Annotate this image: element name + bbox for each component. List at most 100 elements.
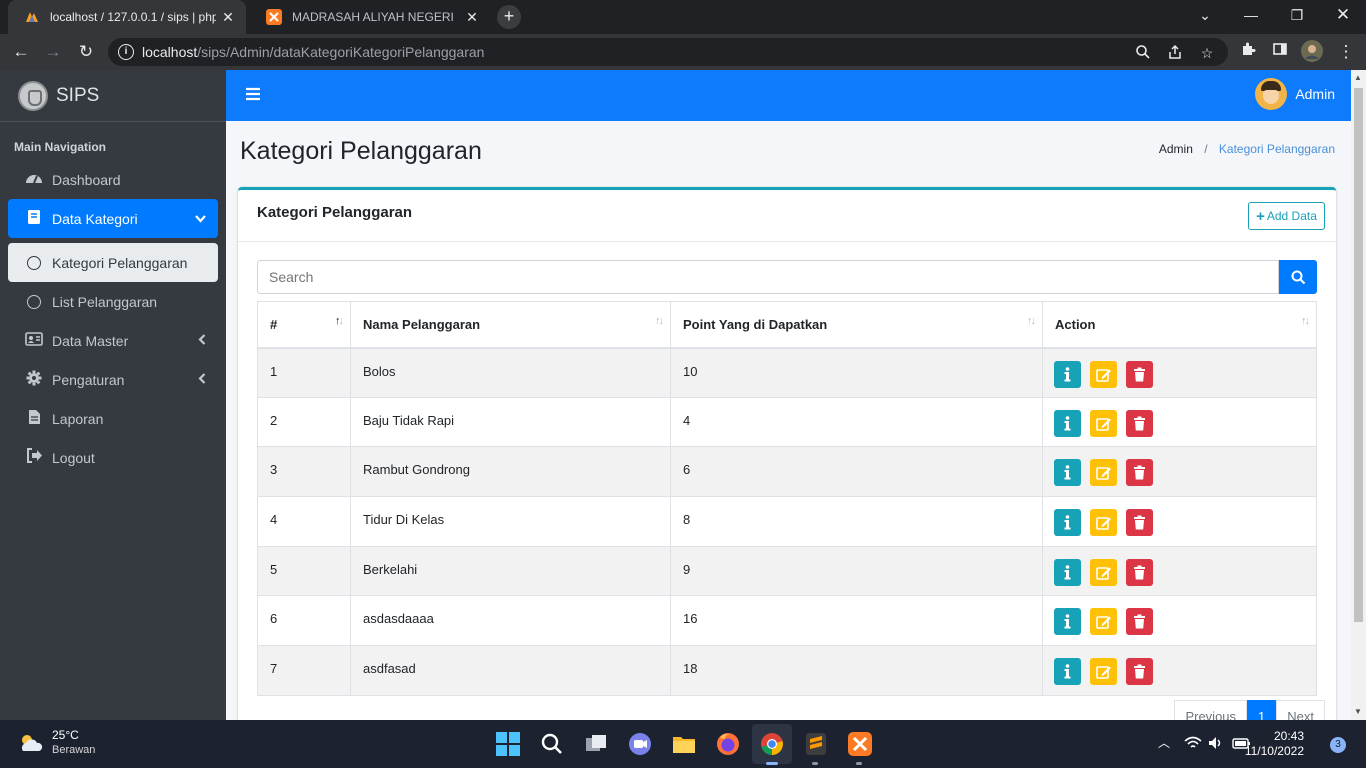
edit-button[interactable] xyxy=(1090,558,1117,586)
close-icon[interactable]: ✕ xyxy=(216,9,240,26)
column-header-no[interactable]: # ↑↓ xyxy=(257,301,351,349)
detail-button[interactable] xyxy=(1054,360,1081,388)
edit-button[interactable] xyxy=(1090,459,1117,487)
brand[interactable]: SIPS xyxy=(0,70,226,122)
breadcrumb-item-admin[interactable]: Admin xyxy=(1159,142,1193,156)
weather-widget[interactable]: 25°C Berawan xyxy=(18,728,95,758)
detail-button[interactable] xyxy=(1054,658,1081,686)
reload-icon[interactable]: ↻ xyxy=(74,40,98,64)
windows-start-icon[interactable] xyxy=(494,730,522,758)
plus-icon: + xyxy=(1256,207,1265,225)
side-panel-icon[interactable] xyxy=(1268,40,1292,64)
hamburger-menu-icon[interactable] xyxy=(246,85,260,106)
search-button[interactable] xyxy=(1279,260,1317,294)
detail-button[interactable] xyxy=(1054,608,1081,636)
sidebar-item-dashboard[interactable]: Dashboard xyxy=(8,160,218,199)
weather-temp: 25°C xyxy=(52,728,79,742)
detail-button[interactable] xyxy=(1054,409,1081,437)
minimize-button[interactable]: — xyxy=(1228,0,1274,30)
sidebar-item-data-kategori[interactable]: Data Kategori xyxy=(8,199,218,238)
pagination-previous[interactable]: Previous xyxy=(1174,700,1248,720)
profile-avatar[interactable] xyxy=(1300,40,1324,64)
menu-dots-icon[interactable]: ⋮ xyxy=(1334,40,1358,64)
close-icon[interactable]: ✕ xyxy=(460,9,484,26)
user-menu[interactable]: Admin xyxy=(1255,78,1335,110)
sidebar-item-laporan[interactable]: Laporan xyxy=(8,399,218,438)
cell-action xyxy=(1042,645,1317,696)
chevron-up-icon[interactable]: ︿ xyxy=(1158,734,1170,751)
scroll-down-arrow-icon[interactable]: ▼ xyxy=(1354,707,1362,716)
sidebar-item-logout[interactable]: Logout xyxy=(8,438,218,477)
scrollbar-thumb[interactable] xyxy=(1354,88,1363,622)
delete-button[interactable] xyxy=(1126,509,1153,537)
page-title: Kategori Pelanggaran xyxy=(240,137,482,165)
add-data-label: Add Data xyxy=(1266,209,1317,223)
xampp-icon[interactable] xyxy=(846,730,874,758)
close-window-button[interactable]: ✕ xyxy=(1320,0,1366,30)
chevron-down-icon[interactable]: ⌄ xyxy=(1182,0,1228,30)
chrome-icon[interactable] xyxy=(758,730,786,758)
teams-chat-icon[interactable] xyxy=(626,730,654,758)
sidebar-item-kategori-pelanggaran[interactable]: Kategori Pelanggaran xyxy=(8,243,218,282)
extensions-icon[interactable] xyxy=(1236,40,1260,64)
detail-button[interactable] xyxy=(1054,558,1081,586)
sidebar-item-label: Data Master xyxy=(52,332,129,349)
restore-button[interactable]: ❐ xyxy=(1274,0,1320,30)
search-input[interactable] xyxy=(257,260,1279,294)
info-icon[interactable]: i xyxy=(118,44,134,60)
delete-button[interactable] xyxy=(1126,459,1153,487)
info-icon xyxy=(1064,515,1071,530)
add-data-button[interactable]: + Add Data xyxy=(1248,202,1325,230)
sublime-text-icon[interactable] xyxy=(802,730,830,758)
address-bar: ← → ↻ i localhost/sips/Admin/dataKategor… xyxy=(0,34,1366,70)
tab-madrasah[interactable]: MADRASAH ALIYAH NEGERI ✕ xyxy=(250,0,490,34)
delete-button[interactable] xyxy=(1126,360,1153,388)
edit-button[interactable] xyxy=(1090,658,1117,686)
active-app-indicator xyxy=(766,762,778,765)
table-row: 7 asdfasad 18 xyxy=(257,645,1317,696)
new-tab-button[interactable]: + xyxy=(497,5,521,29)
url-field[interactable]: i localhost/sips/Admin/dataKategoriKateg… xyxy=(108,38,1228,66)
sidebar-item-list-pelanggaran[interactable]: List Pelanggaran xyxy=(8,282,218,321)
trash-icon xyxy=(1134,416,1145,431)
column-header-nama[interactable]: Nama Pelanggaran ↑↓ xyxy=(350,301,671,349)
vertical-scrollbar[interactable]: ▲ ▼ xyxy=(1351,70,1366,720)
delete-button[interactable] xyxy=(1126,558,1153,586)
zoom-icon[interactable] xyxy=(1134,44,1152,62)
clock[interactable]: 20:43 11/10/2022 xyxy=(1245,729,1304,759)
firefox-icon[interactable] xyxy=(714,730,742,758)
task-view-icon[interactable] xyxy=(582,730,610,758)
notification-badge[interactable]: 3 xyxy=(1330,737,1346,753)
wifi-icon[interactable] xyxy=(1184,736,1202,750)
back-arrow-icon[interactable]: ← xyxy=(9,40,33,64)
sidebar-item-data-master[interactable]: Data Master xyxy=(8,321,218,360)
sidebar-item-label: Laporan xyxy=(52,410,104,427)
detail-button[interactable] xyxy=(1054,459,1081,487)
sidebar-item-pengaturan[interactable]: Pengaturan xyxy=(8,360,218,399)
edit-button[interactable] xyxy=(1090,608,1117,636)
file-explorer-icon[interactable] xyxy=(670,730,698,758)
delete-button[interactable] xyxy=(1126,608,1153,636)
edit-button[interactable] xyxy=(1090,409,1117,437)
sidebar-item-label: Dashboard xyxy=(52,171,121,188)
share-icon[interactable] xyxy=(1166,44,1184,62)
pagination-page-1[interactable]: 1 xyxy=(1247,700,1277,720)
volume-icon[interactable] xyxy=(1208,736,1224,750)
delete-button[interactable] xyxy=(1126,409,1153,437)
detail-button[interactable] xyxy=(1054,509,1081,537)
cell-nama: Bolos xyxy=(350,347,671,398)
sort-icon: ↑↓ xyxy=(1301,315,1310,327)
edit-icon xyxy=(1096,417,1111,431)
column-header-point[interactable]: Point Yang di Dapatkan ↑↓ xyxy=(670,301,1043,349)
scroll-up-arrow-icon[interactable]: ▲ xyxy=(1354,73,1362,82)
edit-button[interactable] xyxy=(1090,360,1117,388)
search-icon[interactable] xyxy=(538,730,566,758)
column-header-action[interactable]: Action ↑↓ xyxy=(1042,301,1317,349)
pagination-next[interactable]: Next xyxy=(1276,700,1325,720)
tab-phpmyadmin[interactable]: localhost / 127.0.0.1 / sips | phpMy ✕ xyxy=(8,0,246,34)
forward-arrow-icon[interactable]: → xyxy=(41,40,65,64)
delete-button[interactable] xyxy=(1126,658,1153,686)
star-icon[interactable]: ☆ xyxy=(1198,44,1216,62)
edit-button[interactable] xyxy=(1090,509,1117,537)
chevron-left-icon xyxy=(198,333,206,348)
